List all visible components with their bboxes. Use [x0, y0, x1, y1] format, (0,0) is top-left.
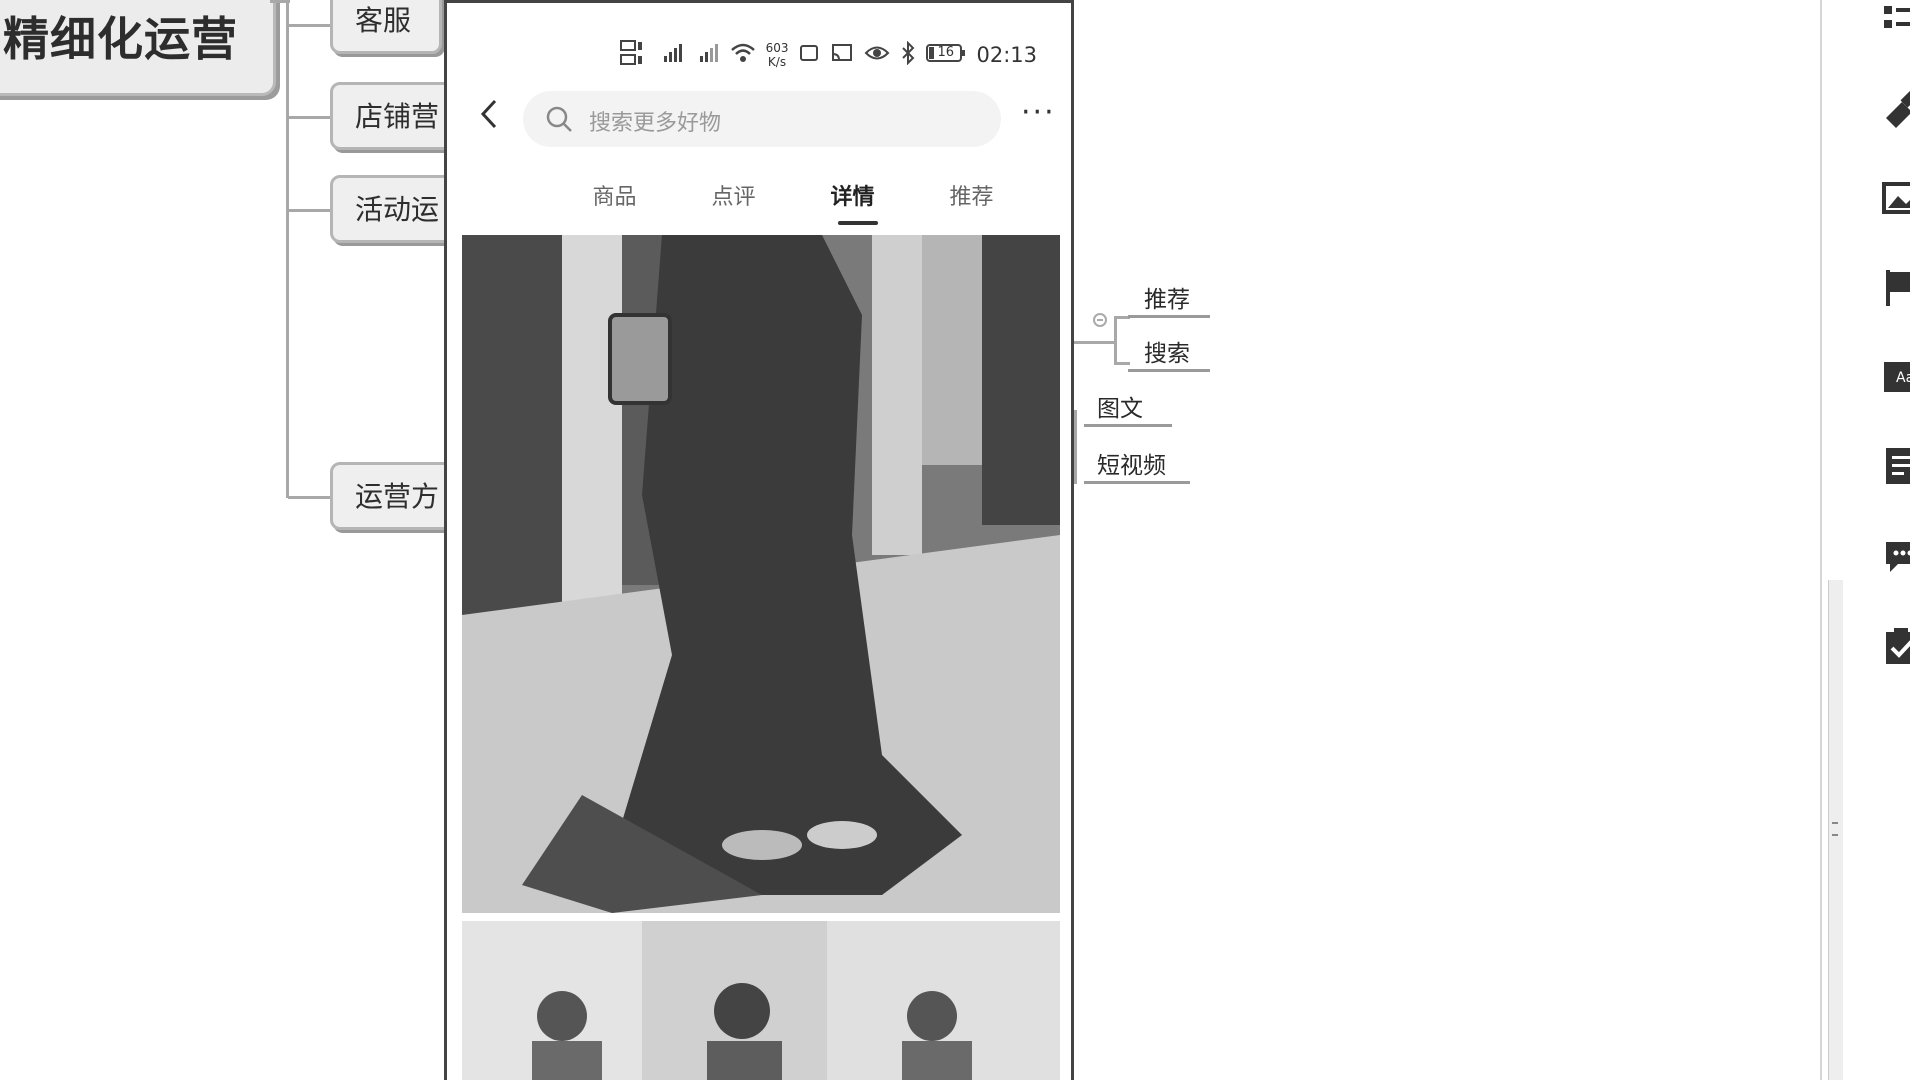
connector-line [270, 0, 290, 3]
chevron-left-icon [480, 99, 497, 129]
status-time: 02:13 [976, 42, 1037, 67]
back-button[interactable] [477, 99, 501, 129]
wifi-icon [730, 42, 756, 67]
branch-node-customer-service[interactable]: 客服 [330, 0, 442, 54]
signal-icon [694, 42, 720, 67]
connector-line [288, 209, 332, 212]
connector-line [1074, 410, 1077, 484]
product-thumbnail-strip [462, 921, 1060, 1080]
sub-node-search[interactable]: 搜索 [1144, 334, 1190, 368]
svg-text:Aa: Aa [1896, 370, 1910, 386]
node-underline [1084, 481, 1190, 484]
net-speed-unit: K/s [767, 54, 787, 69]
tab-details[interactable]: 详情 [793, 179, 912, 225]
node-underline [1128, 315, 1210, 318]
eye-icon [864, 42, 890, 67]
phone-screen: 603 K/s 16 02:13 搜索更多好物 ··· 商品 点评 详情 推荐 [444, 0, 1074, 1080]
net-speed-value: 603 [765, 40, 789, 55]
sub-node-label: 图文 [1097, 396, 1143, 422]
hd-icon [619, 39, 648, 70]
battery-level: 16 [937, 45, 955, 60]
sub-node-label: 搜索 [1144, 341, 1190, 367]
brush-icon[interactable] [1882, 90, 1910, 130]
connector-line [288, 496, 332, 499]
mindmap-root-node[interactable]: 精细化运营 [0, 0, 276, 96]
sub-node-image-text[interactable]: 图文 [1097, 389, 1143, 423]
search-placeholder: 搜索更多好物 [589, 111, 722, 136]
bluetooth-icon [900, 40, 916, 68]
status-bar: 603 K/s 16 02:13 [619, 39, 1037, 70]
notes-icon[interactable] [1882, 446, 1910, 486]
nfc-icon [798, 42, 820, 67]
flag-icon[interactable] [1882, 268, 1910, 308]
connector-line [286, 0, 289, 498]
cast-icon [830, 42, 854, 67]
task-icon[interactable] [1882, 626, 1910, 666]
connector-line [288, 116, 332, 119]
branch-label: 客服 [355, 4, 412, 37]
connector-line [1074, 341, 1114, 344]
text-style-icon[interactable]: Aa [1882, 358, 1910, 398]
scrollbar-grip-icon[interactable] [1832, 822, 1838, 836]
branch-node-activity[interactable]: 活动运 [330, 175, 460, 243]
tab-review[interactable]: 点评 [674, 179, 793, 211]
collapse-toggle-icon[interactable] [1093, 313, 1107, 327]
branch-label: 店铺营 [355, 100, 440, 133]
sub-node-short-video[interactable]: 短视频 [1097, 446, 1166, 480]
comment-icon[interactable] [1882, 536, 1910, 576]
image-icon[interactable] [1882, 180, 1910, 220]
tab-bar: 商品 点评 详情 推荐 [555, 179, 1031, 225]
battery-icon: 16 [926, 42, 966, 67]
sub-node-label: 推荐 [1144, 287, 1190, 313]
node-underline [1084, 424, 1172, 427]
signal-icon [658, 42, 684, 67]
branch-node-store[interactable]: 店铺营 [330, 82, 460, 150]
product-detail-photo [462, 235, 1060, 913]
branch-label: 活动运 [355, 193, 440, 226]
net-speed: 603 K/s [766, 41, 789, 69]
tab-recommend[interactable]: 推荐 [912, 179, 1031, 211]
sub-node-label: 短视频 [1097, 453, 1166, 479]
connector-line [1114, 318, 1117, 364]
outline-icon[interactable] [1882, 2, 1910, 42]
tab-product[interactable]: 商品 [555, 179, 674, 211]
branch-node-method[interactable]: 运营方 [330, 462, 460, 530]
mindmap-root-label: 精细化运营 [3, 12, 238, 66]
more-menu-button[interactable]: ··· [1021, 98, 1056, 128]
node-underline [1128, 369, 1210, 372]
toolbar-divider [1820, 0, 1822, 1080]
connector-line [288, 24, 332, 27]
search-icon [545, 105, 573, 137]
connector-line [1114, 362, 1130, 365]
branch-label: 运营方 [355, 480, 440, 513]
search-bar[interactable]: 搜索更多好物 [523, 91, 1001, 147]
sub-node-recommend[interactable]: 推荐 [1144, 280, 1190, 314]
